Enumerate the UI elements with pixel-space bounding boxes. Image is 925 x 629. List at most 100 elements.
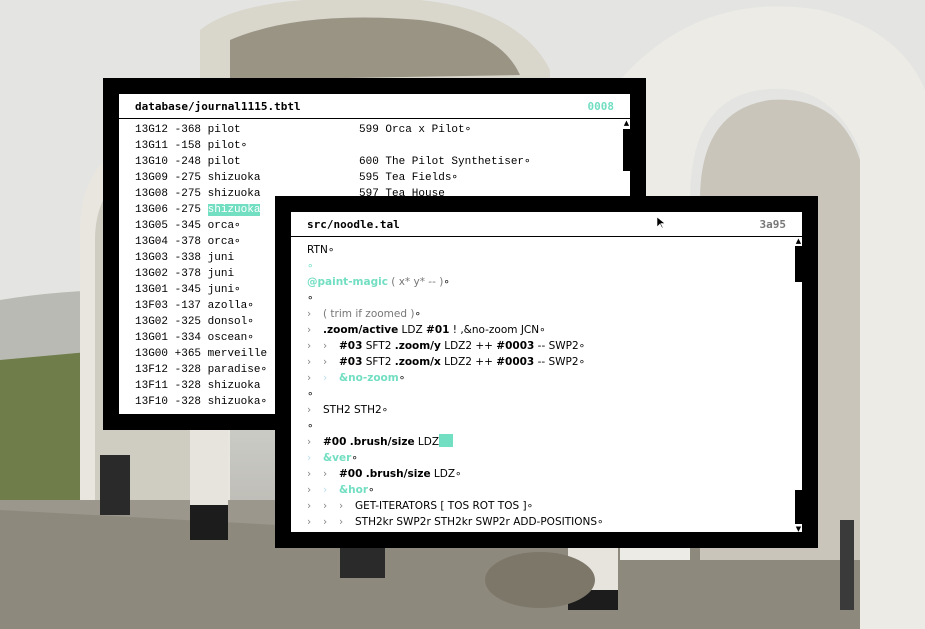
line-end-dot: ∘ bbox=[451, 172, 459, 184]
journal-row-code: 13F11 bbox=[135, 380, 169, 392]
line-end-dot: ∘ bbox=[247, 332, 254, 344]
journal-row-entry: 595 Tea Fields bbox=[359, 172, 452, 184]
journal-row-value: -325 bbox=[174, 316, 202, 328]
code-line[interactable]: › › #03 SFT2 .zoom/x LDZ2 ++ #0003 -- SWP2… bbox=[307, 354, 792, 370]
code-token: .zoom/active bbox=[323, 324, 399, 336]
line-end-dot: ∘ bbox=[351, 452, 358, 464]
code-line[interactable]: › › &hor∘ bbox=[307, 482, 792, 498]
journal-row[interactable]: 13G10 -248 pilot 600 The Pilot Synthetise… bbox=[135, 154, 622, 170]
code-token: #00 bbox=[323, 436, 347, 448]
code-line[interactable]: › › › STH2kr SWP2r STH2kr SWP2r ADD-POSITIO… bbox=[307, 514, 792, 530]
code-panel: src/noodle.tal 3a95 RTN∘ ∘ @paint-magic ( … bbox=[291, 212, 802, 532]
line-end-dot: ∘ bbox=[455, 468, 462, 480]
code-line[interactable]: › STH2 STH2∘ bbox=[307, 402, 792, 418]
code-line[interactable]: › #00 .brush/size LDZ bbox=[307, 434, 792, 450]
code-token: .zoom/x bbox=[394, 356, 441, 368]
code-token: .brush/size bbox=[365, 468, 431, 480]
indent-marker-icon: › bbox=[307, 404, 312, 416]
code-line[interactable]: › .zoom/active LDZ #01 ! ,&no-zoom JCN∘ bbox=[307, 322, 792, 338]
code-token: ( trim if zoomed ) bbox=[323, 308, 415, 320]
code-line[interactable]: ∘ bbox=[307, 290, 792, 306]
journal-row-value: -328 bbox=[174, 396, 202, 408]
code-token: LDZ bbox=[398, 324, 427, 336]
scroll-up-arrow-icon[interactable]: ▲ bbox=[795, 238, 802, 245]
journal-row[interactable]: 13G09 -275 shizuoka 595 Tea Fields ∘ bbox=[135, 170, 622, 186]
line-end-dot: ∘ bbox=[578, 356, 586, 368]
code-line[interactable]: › › #00 .brush/size LDZ∘ bbox=[307, 466, 792, 482]
code-token: ( x* y* -- ) bbox=[387, 276, 444, 288]
indent-marker-icon: › bbox=[307, 516, 312, 528]
indent-marker-icon: › bbox=[323, 484, 328, 496]
journal-row-code: 13G12 bbox=[135, 124, 169, 136]
journal-row[interactable]: 13G12 -368 pilot 599 Orca x Pilot ∘ bbox=[135, 122, 622, 138]
journal-row-code: 13G08 bbox=[135, 188, 169, 200]
code-line[interactable]: › &ver∘ bbox=[307, 450, 792, 466]
code-token: LDZ2 ++ bbox=[440, 340, 497, 352]
indent-marker-icon: › bbox=[307, 340, 312, 352]
code-token: &no-zoom bbox=[339, 372, 399, 384]
journal-row-name: juni bbox=[207, 268, 235, 280]
line-end-dot: ∘ bbox=[234, 284, 241, 296]
code-line[interactable]: › ( trim if zoomed )∘ bbox=[307, 306, 792, 322]
journal-row-name: shizuoka bbox=[207, 188, 261, 200]
code-token: &hor bbox=[339, 484, 369, 496]
code-editor[interactable]: RTN∘ ∘ @paint-magic ( x* y* -- )∘ ∘ ›( trim … bbox=[307, 242, 792, 530]
journal-scroll-thumb[interactable] bbox=[623, 129, 630, 171]
indent-marker-icon: › bbox=[307, 372, 312, 384]
line-end-dot: ∘ bbox=[307, 292, 314, 304]
journal-row-entry: 599 Orca x Pilot bbox=[359, 124, 465, 136]
code-token: -- SWP2 bbox=[534, 340, 579, 352]
code-scroll-thumb-top[interactable] bbox=[795, 246, 802, 282]
line-end-dot: ∘ bbox=[578, 340, 586, 352]
journal-row[interactable]: 13G11 -158 pilot∘ bbox=[135, 138, 622, 154]
indent-marker-icon: › bbox=[339, 500, 344, 512]
code-scroll-thumb-bottom[interactable] bbox=[795, 490, 802, 524]
scroll-up-arrow-icon[interactable]: ▲ bbox=[623, 120, 630, 127]
journal-row-name: merveille bbox=[207, 348, 268, 360]
journal-row-code: 13F10 bbox=[135, 396, 169, 408]
code-token: #00 bbox=[339, 468, 363, 480]
journal-row-code: 13G09 bbox=[135, 172, 169, 184]
journal-row-name: orca bbox=[207, 236, 235, 248]
code-window[interactable]: src/noodle.tal 3a95 RTN∘ ∘ @paint-magic ( … bbox=[275, 196, 818, 548]
code-token: RTN bbox=[307, 244, 328, 256]
indent-marker-icon: › bbox=[307, 500, 312, 512]
journal-row-name: azolla bbox=[207, 300, 248, 312]
code-line[interactable]: ∘ bbox=[307, 258, 792, 274]
code-address: 3a95 bbox=[759, 217, 787, 231]
code-token: &ver bbox=[323, 452, 352, 464]
code-scrollbar[interactable]: ▲ ▼ bbox=[795, 238, 802, 532]
code-titlebar[interactable]: src/noodle.tal 3a95 bbox=[291, 212, 802, 237]
code-line[interactable]: ∘ bbox=[307, 386, 792, 402]
code-token: SFT2 bbox=[362, 340, 395, 352]
line-end-dot: ∘ bbox=[368, 484, 375, 496]
journal-row-name: shizuoka bbox=[207, 396, 261, 408]
scroll-down-arrow-icon[interactable]: ▼ bbox=[795, 526, 802, 533]
code-line[interactable]: › › &no-zoom∘ bbox=[307, 370, 792, 386]
journal-titlebar[interactable]: database/journal1115.tbtl 0008 bbox=[119, 94, 630, 119]
journal-row-code: 13G01 bbox=[135, 332, 169, 344]
code-line[interactable]: RTN∘ bbox=[307, 242, 792, 258]
code-line[interactable]: @paint-magic ( x* y* -- )∘ bbox=[307, 274, 792, 290]
journal-row-value: -338 bbox=[174, 252, 202, 264]
journal-row-code: 13G05 bbox=[135, 220, 169, 232]
journal-row-value: -345 bbox=[174, 220, 202, 232]
journal-row-value: -275 bbox=[174, 172, 202, 184]
line-end-dot: ∘ bbox=[247, 300, 254, 312]
journal-row-value: -345 bbox=[174, 284, 202, 296]
code-line[interactable]: ∘ bbox=[307, 418, 792, 434]
journal-row-name: shizuoka bbox=[207, 204, 261, 216]
code-token: #01 bbox=[426, 324, 450, 336]
journal-row-name: juni bbox=[207, 252, 235, 264]
line-end-dot: ∘ bbox=[526, 500, 534, 512]
journal-row-value: -328 bbox=[174, 380, 202, 392]
code-token: SFT2 bbox=[362, 356, 395, 368]
indent-marker-icon: › bbox=[307, 468, 312, 480]
code-line[interactable]: › › #03 SFT2 .zoom/y LDZ2 ++ #0003 -- SWP2… bbox=[307, 338, 792, 354]
indent-marker-icon: › bbox=[307, 356, 312, 368]
code-line[interactable]: › › › GET-ITERATORS [ TOS ROT TOS ]∘ bbox=[307, 498, 792, 514]
code-token: .zoom/y bbox=[394, 340, 441, 352]
journal-row-value: -275 bbox=[174, 204, 202, 216]
code-token: STH2 STH2 bbox=[323, 404, 382, 416]
journal-row-name: orca bbox=[207, 220, 235, 232]
